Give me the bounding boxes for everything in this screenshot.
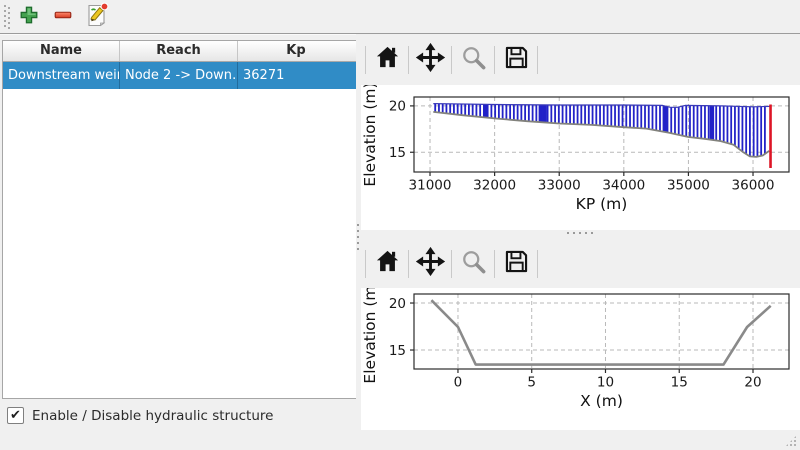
- save-icon: [503, 248, 530, 279]
- save-icon: [503, 44, 530, 75]
- cell-reach[interactable]: Node 2 -> Down…: [120, 62, 238, 89]
- svg-text:KP (m): KP (m): [576, 195, 628, 213]
- home-icon: [374, 248, 401, 279]
- column-header-name[interactable]: Name: [3, 41, 120, 61]
- toolbar-separator: [537, 46, 538, 74]
- svg-text:5: 5: [527, 375, 536, 391]
- toolbar-separator: [365, 250, 366, 278]
- section-plot-toolbar: [361, 238, 800, 289]
- cell-name[interactable]: Downstream weir: [3, 62, 120, 89]
- edit-structure-button[interactable]: [84, 4, 110, 30]
- horizontal-splitter[interactable]: [361, 230, 800, 238]
- cross-section-plot[interactable]: 0 5 10 15 20 15 20 X (m) Elevation (m): [361, 288, 800, 430]
- svg-text:33000: 33000: [538, 178, 581, 194]
- toolbar-separator: [494, 46, 495, 74]
- zoom-icon: [460, 44, 487, 75]
- toolbar-separator: [408, 250, 409, 278]
- home-button[interactable]: [370, 247, 404, 281]
- svg-text:20: 20: [389, 296, 406, 312]
- zoom-button[interactable]: [456, 247, 490, 281]
- svg-text:35000: 35000: [667, 178, 710, 194]
- add-structure-button[interactable]: [16, 4, 42, 30]
- structures-table: Name Reach Kp Downstream weir Node 2 -> …: [2, 40, 357, 399]
- svg-text:X (m): X (m): [580, 392, 623, 410]
- zoom-button[interactable]: [456, 43, 490, 77]
- table-header: Name Reach Kp: [3, 41, 356, 62]
- pan-button[interactable]: [413, 247, 447, 281]
- svg-text:15: 15: [389, 145, 406, 161]
- cell-kp[interactable]: 36271: [238, 62, 354, 89]
- toolbar-separator: [451, 250, 452, 278]
- svg-text:20: 20: [389, 99, 406, 115]
- column-header-kp[interactable]: Kp: [238, 41, 354, 61]
- toolbar-separator: [494, 250, 495, 278]
- pan-icon: [416, 43, 445, 76]
- minus-icon: [52, 4, 74, 30]
- edit-icon: [84, 2, 110, 32]
- table-row[interactable]: Downstream weir Node 2 -> Down… 36271: [3, 62, 356, 89]
- pan-icon: [416, 247, 445, 280]
- kp-profile-plot[interactable]: 31000 32000 33000 34000 35000 36000 15 20 KP (m)…: [361, 85, 800, 230]
- svg-text:0: 0: [454, 375, 463, 391]
- svg-text:Elevation (m): Elevation (m): [361, 288, 379, 384]
- resize-grip[interactable]: [785, 435, 797, 447]
- toolbar-separator: [365, 46, 366, 74]
- home-button[interactable]: [370, 43, 404, 77]
- enable-structure-checkbox-row: ✔ Enable / Disable hydraulic structure: [7, 407, 273, 424]
- status-bar: [0, 430, 800, 450]
- svg-text:34000: 34000: [602, 178, 645, 194]
- main-toolbar: [0, 0, 800, 34]
- pan-button[interactable]: [413, 43, 447, 77]
- toolbar-drag-handle[interactable]: [4, 5, 10, 29]
- zoom-icon: [460, 248, 487, 279]
- svg-text:36000: 36000: [732, 178, 775, 194]
- svg-text:15: 15: [671, 375, 688, 391]
- toolbar-separator: [537, 250, 538, 278]
- toolbar-separator: [408, 46, 409, 74]
- remove-structure-button[interactable]: [50, 4, 76, 30]
- checkbox[interactable]: ✔: [7, 407, 24, 424]
- save-button[interactable]: [499, 247, 533, 281]
- home-icon: [374, 44, 401, 75]
- save-button[interactable]: [499, 43, 533, 77]
- svg-text:Elevation (m): Elevation (m): [361, 85, 379, 187]
- svg-text:10: 10: [597, 375, 614, 391]
- svg-text:31000: 31000: [409, 178, 452, 194]
- svg-text:20: 20: [744, 375, 761, 391]
- svg-text:15: 15: [389, 343, 406, 359]
- splitter-grip: [567, 232, 595, 234]
- svg-text:32000: 32000: [473, 178, 516, 194]
- kp-plot-toolbar: [361, 34, 800, 85]
- checkbox-label[interactable]: Enable / Disable hydraulic structure: [32, 408, 273, 424]
- splitter-grip: [357, 224, 359, 252]
- column-header-reach[interactable]: Reach: [120, 41, 238, 61]
- plus-icon: [18, 4, 40, 30]
- toolbar-separator: [451, 46, 452, 74]
